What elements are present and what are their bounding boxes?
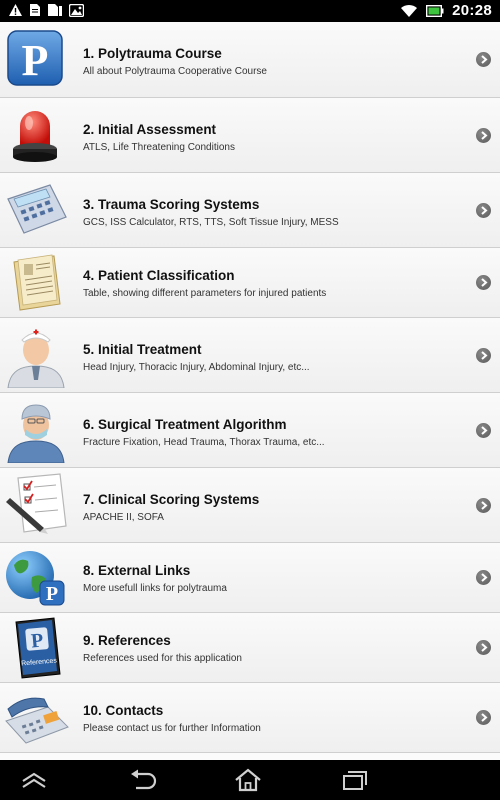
up-button[interactable] [14, 767, 54, 793]
document-folder-icon [4, 252, 72, 312]
item-subtitle: Please contact us for further Informatio… [83, 723, 261, 734]
item-title: 4. Patient Classification [83, 268, 235, 283]
svg-text:P: P [46, 583, 58, 605]
item-title: 2. Initial Assessment [83, 122, 217, 137]
home-icon [235, 768, 261, 792]
menu-item-initial-treatment[interactable]: 5. Initial Treatment Head Injury, Thorac… [0, 318, 500, 393]
item-subtitle: APACHE II, SOFA [83, 512, 164, 523]
surgeon-icon [4, 397, 72, 464]
item-subtitle: References used for this application [83, 653, 242, 664]
status-bar: 20:28 [0, 0, 500, 22]
wifi-icon [401, 4, 418, 17]
item-subtitle: Table, showing different parameters for … [83, 288, 327, 299]
chevron-right-icon[interactable] [476, 52, 491, 67]
warning-icon [9, 4, 22, 16]
main-menu-list: P 1. Polytrauma Course All about Polytra… [0, 22, 500, 760]
menu-item-references[interactable]: P References 9. References References us… [0, 613, 500, 683]
item-title: 10. Contacts [83, 703, 164, 718]
nurse-icon [4, 322, 72, 389]
system-navigation-bar [0, 760, 500, 800]
image-icon [69, 3, 84, 17]
chevron-right-icon[interactable] [476, 640, 491, 655]
menu-item-contacts[interactable]: 10. Contacts Please contact us for furth… [0, 683, 500, 753]
item-title: 7. Clinical Scoring Systems [83, 492, 260, 507]
item-title: 9. References [83, 633, 171, 648]
up-icon [22, 772, 46, 788]
back-button[interactable] [123, 767, 163, 793]
item-title: 1. Polytrauma Course [83, 46, 222, 61]
battery-icon [426, 4, 444, 17]
menu-item-polytrauma-course[interactable]: P 1. Polytrauma Course All about Polytra… [0, 22, 500, 98]
recent-apps-icon [343, 771, 367, 790]
chevron-right-icon[interactable] [476, 128, 491, 143]
polytrauma-logo-icon: P [4, 28, 72, 90]
telephone-icon [4, 687, 72, 749]
checklist-icon [4, 472, 72, 536]
globe-icon: P [4, 547, 72, 609]
svg-text:P: P [22, 36, 49, 85]
menu-item-surgical-treatment-algorithm[interactable]: 6. Surgical Treatment Algorithm Fracture… [0, 393, 500, 468]
chevron-right-icon[interactable] [476, 710, 491, 725]
menu-item-trauma-scoring-systems[interactable]: 3. Trauma Scoring Systems GCS, ISS Calcu… [0, 173, 500, 248]
menu-item-patient-classification[interactable]: 4. Patient Classification Table, showing… [0, 248, 500, 318]
siren-icon [4, 104, 72, 166]
item-subtitle: Fracture Fixation, Head Trauma, Thorax T… [83, 437, 325, 448]
calculator-icon [4, 179, 72, 241]
item-subtitle: ATLS, Life Threatening Conditions [83, 142, 235, 153]
menu-item-external-links[interactable]: P 8. External Links More usefull links f… [0, 543, 500, 613]
chevron-right-icon[interactable] [476, 570, 491, 585]
item-subtitle: Head Injury, Thoracic Injury, Abdominal … [83, 362, 310, 373]
back-icon [131, 769, 157, 790]
svg-text:P: P [30, 630, 44, 653]
item-title: 6. Surgical Treatment Algorithm [83, 417, 287, 432]
recent-apps-button[interactable] [335, 767, 375, 793]
sd-card-icon [30, 4, 40, 16]
chevron-right-icon[interactable] [476, 203, 491, 218]
references-book-icon: P References [4, 616, 72, 680]
menu-item-initial-assessment[interactable]: 2. Initial Assessment ATLS, Life Threate… [0, 98, 500, 173]
chevron-right-icon[interactable] [476, 498, 491, 513]
item-subtitle: More usefull links for polytrauma [83, 583, 227, 594]
status-clock: 20:28 [452, 2, 492, 19]
item-title: 5. Initial Treatment [83, 342, 202, 357]
home-button[interactable] [228, 767, 268, 793]
item-title: 3. Trauma Scoring Systems [83, 197, 260, 212]
item-title: 8. External Links [83, 563, 191, 578]
item-subtitle: GCS, ISS Calculator, RTS, TTS, Soft Tiss… [83, 217, 339, 228]
sim-card-icon [48, 4, 62, 16]
item-subtitle: All about Polytrauma Cooperative Course [83, 66, 267, 77]
chevron-right-icon[interactable] [476, 275, 491, 290]
chevron-right-icon[interactable] [476, 348, 491, 363]
menu-item-clinical-scoring-systems[interactable]: 7. Clinical Scoring Systems APACHE II, S… [0, 468, 500, 543]
chevron-right-icon[interactable] [476, 423, 491, 438]
